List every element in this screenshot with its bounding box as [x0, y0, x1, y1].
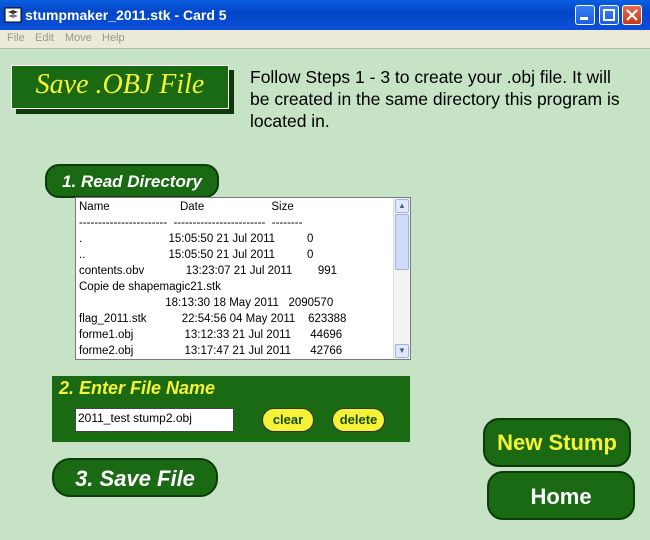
- directory-listbox[interactable]: Name Date Size ----------------------- -…: [75, 197, 411, 360]
- listbox-scrollbar[interactable]: ▲ ▼: [393, 198, 410, 359]
- file-name-input[interactable]: 2011_test stump2.obj: [75, 408, 234, 432]
- enter-file-name-label: 2. Enter File Name: [59, 378, 216, 398]
- save-file-label: 3. Save File: [75, 466, 195, 491]
- enter-file-name-panel: 2. Enter File Name 2011_test stump2.obj …: [52, 376, 410, 442]
- menu-move[interactable]: Move: [65, 32, 92, 44]
- page-title-banner: Save .OBJ File: [11, 65, 229, 109]
- window-title: stumpmaker_2011.stk - Card 5: [25, 7, 227, 23]
- scroll-down-icon[interactable]: ▼: [395, 344, 409, 358]
- stack-app-icon: [4, 7, 22, 23]
- menu-edit[interactable]: Edit: [35, 32, 54, 44]
- list-item[interactable]: 18:13:30 18 May 2011 2090570: [79, 297, 333, 309]
- instructions-text: Follow Steps 1 - 3 to create your .obj f…: [250, 67, 620, 131]
- home-label: Home: [530, 484, 592, 509]
- scroll-thumb[interactable]: [395, 214, 409, 270]
- menu-bar: File Edit Move Help: [0, 30, 650, 49]
- read-directory-button[interactable]: 1. Read Directory: [45, 164, 219, 198]
- minimize-button[interactable]: [575, 5, 595, 25]
- page-title: Save .OBJ File: [35, 69, 205, 100]
- home-button[interactable]: Home: [487, 471, 635, 520]
- list-item[interactable]: Copie de shapemagic21.stk: [79, 281, 221, 293]
- new-stump-label: New Stump: [497, 430, 617, 455]
- list-item[interactable]: . 15:05:50 21 Jul 2011 0: [79, 233, 313, 245]
- clear-button[interactable]: clear: [262, 408, 314, 432]
- read-directory-label: 1. Read Directory: [62, 172, 202, 191]
- list-divider: ----------------------- ----------------…: [79, 217, 303, 229]
- list-item[interactable]: forme2.obj 13:17:47 21 Jul 2011 42766: [79, 345, 342, 357]
- list-item[interactable]: contents.obv 13:23:07 21 Jul 2011 991: [79, 265, 337, 277]
- save-file-button[interactable]: 3. Save File: [52, 458, 218, 497]
- close-button[interactable]: [622, 5, 642, 25]
- new-stump-button[interactable]: New Stump: [483, 418, 631, 467]
- list-item[interactable]: flag_2011.stk 22:54:56 04 May 2011 62338…: [79, 313, 346, 325]
- list-item[interactable]: .. 15:05:50 21 Jul 2011 0: [79, 249, 313, 261]
- menu-file[interactable]: File: [7, 32, 25, 44]
- title-bar: stumpmaker_2011.stk - Card 5: [0, 0, 650, 30]
- delete-button[interactable]: delete: [332, 408, 385, 432]
- list-item[interactable]: forme1.obj 13:12:33 21 Jul 2011 44696: [79, 329, 342, 341]
- minimize-icon: [580, 17, 588, 20]
- list-header: Name Date Size: [79, 201, 294, 213]
- menu-help[interactable]: Help: [102, 32, 125, 44]
- close-icon: [626, 9, 638, 21]
- scroll-up-icon[interactable]: ▲: [395, 199, 409, 213]
- maximize-button[interactable]: [599, 5, 619, 25]
- maximize-icon: [603, 9, 615, 21]
